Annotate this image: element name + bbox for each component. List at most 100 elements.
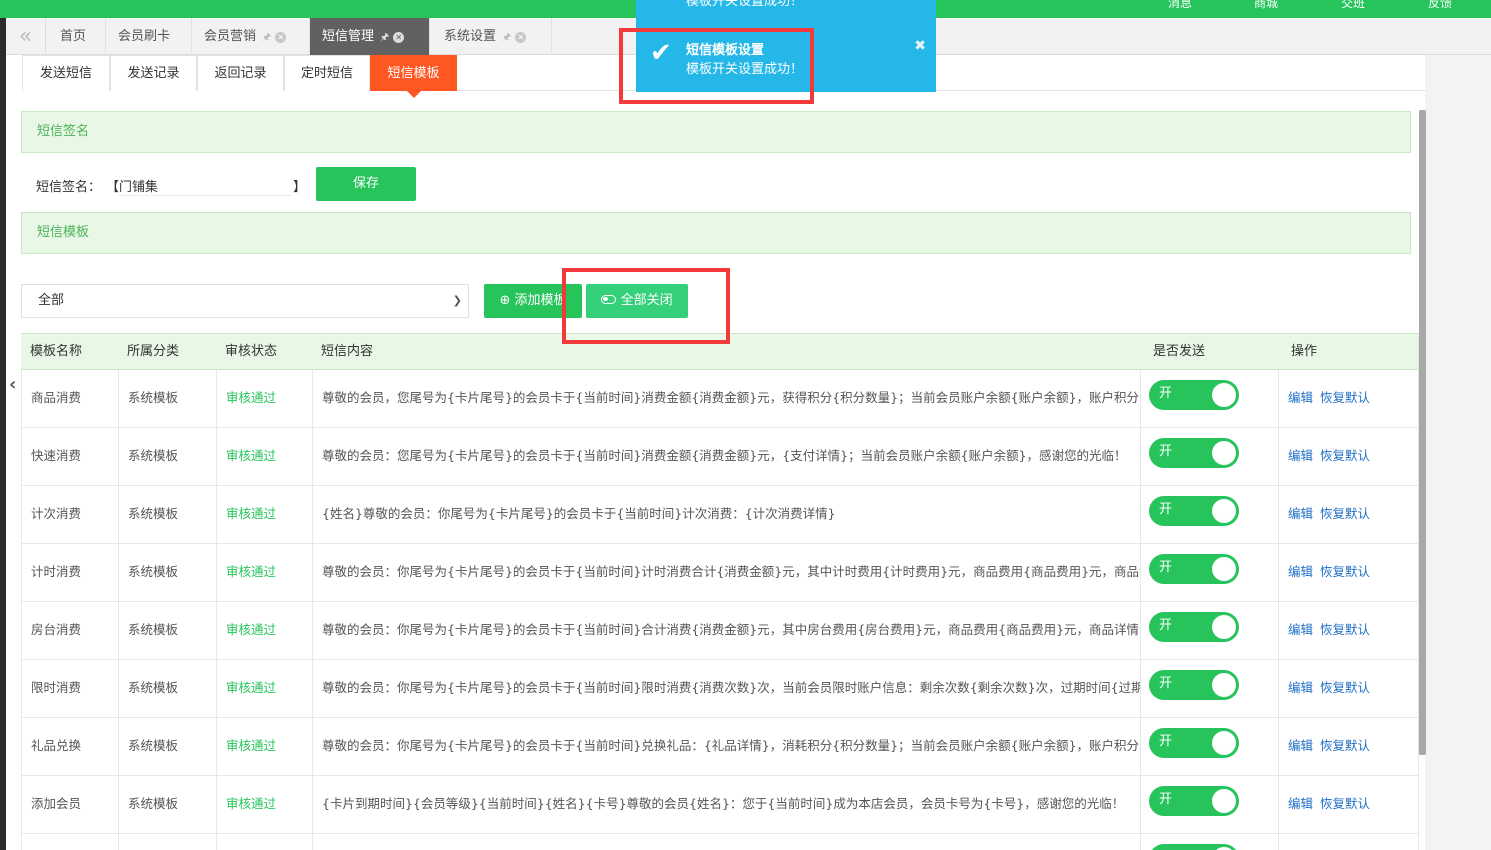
category-cell: 系统模板: [118, 660, 216, 718]
send-toggle[interactable]: 开: [1149, 786, 1239, 816]
tab-label: 会员营销: [204, 29, 257, 44]
send-toggle[interactable]: 开: [1149, 554, 1239, 584]
tab-system-settings[interactable]: 系统设置 🖈 ✕: [432, 18, 552, 55]
toggle-label: 开: [1159, 502, 1173, 517]
tab-scroll-left-icon[interactable]: «: [6, 18, 46, 55]
nav-messages[interactable]: 消息: [1168, 0, 1192, 11]
signature-input[interactable]: [119, 176, 292, 196]
pin-icon[interactable]: 🖈: [502, 32, 511, 43]
actions-cell: 编辑 恢复默认: [1278, 370, 1418, 428]
tab-member-marketing[interactable]: 会员营销 🖈 ✕: [192, 18, 310, 55]
send-toggle-cell: 开: [1140, 776, 1278, 834]
edit-link[interactable]: 编辑: [1288, 738, 1313, 753]
page-scrollbar[interactable]: [1419, 110, 1426, 755]
send-toggle[interactable]: 开: [1149, 380, 1239, 410]
send-toggle-cell: 开: [1140, 370, 1278, 428]
restore-default-link[interactable]: 恢复默认: [1320, 622, 1370, 637]
review-status-cell: [216, 834, 312, 850]
template-table: 模板名称 所属分类 审核状态 短信内容 是否发送 操作 商品消费 系统模板 审核通过…: [21, 333, 1419, 850]
col-category: 所属分类: [127, 344, 180, 359]
table-row: 计时消费 系统模板 审核通过 尊敬的会员：你尾号为{卡片尾号}的会员卡于{当前时间}计…: [21, 544, 1418, 602]
edit-link[interactable]: 编辑: [1288, 622, 1313, 637]
send-toggle[interactable]: 开: [1149, 612, 1239, 642]
toggle-knob: [1212, 557, 1236, 581]
category-cell: 系统模板: [118, 776, 216, 834]
send-toggle[interactable]: 开: [1149, 496, 1239, 526]
tab-label: 首页: [60, 29, 87, 44]
nav-handover[interactable]: 交班: [1341, 0, 1365, 11]
signature-bracket-close: 】: [293, 180, 307, 195]
toggle-label: 开: [1159, 386, 1173, 401]
send-toggle[interactable]: 开: [1149, 438, 1239, 468]
pin-icon[interactable]: 🖈: [380, 32, 389, 43]
tab-home[interactable]: 首页: [48, 18, 106, 55]
send-toggle[interactable]: 开: [1149, 844, 1239, 850]
template-name-cell: 计时消费: [21, 544, 118, 602]
review-status-cell: 审核通过: [216, 486, 312, 544]
toast-previous: 模板开关设置成功！: [636, 0, 936, 24]
toggle-label: 开: [1159, 676, 1173, 691]
toggle-knob: [1212, 441, 1236, 465]
category-cell: 系统模板: [118, 718, 216, 776]
subtab-sms-templates[interactable]: 短信模板: [370, 55, 457, 98]
edit-link[interactable]: 编辑: [1288, 564, 1313, 579]
restore-default-link[interactable]: 恢复默认: [1320, 796, 1370, 811]
restore-default-link[interactable]: 恢复默认: [1320, 680, 1370, 695]
toggle-knob: [1212, 383, 1236, 407]
template-name-cell: 商品消费: [21, 370, 118, 428]
subtab-scheduled-sms[interactable]: 定时短信: [284, 55, 370, 91]
subtab-send-sms[interactable]: 发送短信: [22, 55, 110, 91]
send-toggle[interactable]: 开: [1149, 728, 1239, 758]
restore-default-link[interactable]: 恢复默认: [1320, 506, 1370, 521]
col-template-name: 模板名称: [30, 344, 83, 359]
tab-sms-management[interactable]: 短信管理 🖈 ✕: [310, 18, 430, 55]
close-tab-icon[interactable]: ✕: [393, 32, 405, 43]
save-signature-button[interactable]: 保存: [316, 167, 416, 201]
subtab-send-records[interactable]: 发送记录: [110, 55, 197, 91]
table-row: 计次消费 系统模板 审核通过 {姓名}尊敬的会员：你尾号为{卡片尾号}的会员卡于{当前…: [21, 486, 1418, 544]
close-tab-icon[interactable]: ✕: [515, 32, 527, 43]
category-cell: 系统模板: [118, 370, 216, 428]
chevron-left-icon[interactable]: ‹: [9, 374, 16, 395]
pin-icon[interactable]: 🖈: [262, 32, 271, 43]
close-tab-icon[interactable]: ✕: [275, 32, 287, 43]
restore-default-link[interactable]: 恢复默认: [1320, 564, 1370, 579]
actions-cell: 编辑 恢复默认: [1278, 428, 1418, 486]
toggle-knob: [1212, 673, 1236, 697]
nav-mall[interactable]: 商城: [1254, 0, 1278, 11]
restore-default-link[interactable]: 恢复默认: [1320, 448, 1370, 463]
close-icon[interactable]: ✖: [914, 38, 926, 54]
sms-content-cell: {卡片到期时间}{会员等级}{当前时间}{姓名}{卡号}尊敬的会员{姓名}：您于…: [312, 776, 1140, 834]
highlight-close-all: [562, 268, 730, 344]
send-toggle[interactable]: 开: [1149, 670, 1239, 700]
restore-default-link[interactable]: 恢复默认: [1320, 738, 1370, 753]
edit-link[interactable]: 编辑: [1288, 448, 1313, 463]
toggle-knob: [1212, 615, 1236, 639]
edit-link[interactable]: 编辑: [1288, 506, 1313, 521]
table-row: 开: [21, 834, 1418, 850]
actions-cell: 编辑 恢复默认: [1278, 544, 1418, 602]
actions-cell: [1278, 834, 1418, 850]
sms-content-cell: {姓名}尊敬的会员：你尾号为{卡片尾号}的会员卡于{当前时间}计次消费：{计次消…: [312, 486, 1140, 544]
edit-link[interactable]: 编辑: [1288, 680, 1313, 695]
send-toggle-cell: 开: [1140, 486, 1278, 544]
edit-link[interactable]: 编辑: [1288, 796, 1313, 811]
subtab-return-records[interactable]: 返回记录: [197, 55, 284, 91]
edit-link[interactable]: 编辑: [1288, 390, 1313, 405]
toast-message: 模板开关设置成功！: [686, 0, 804, 9]
actions-cell: 编辑 恢复默认: [1278, 602, 1418, 660]
toggle-label: 开: [1159, 792, 1173, 807]
template-name-cell: 计次消费: [21, 486, 118, 544]
actions-cell: 编辑 恢复默认: [1278, 718, 1418, 776]
tab-member-card[interactable]: 会员刷卡: [106, 18, 192, 55]
category-filter-select[interactable]: 全部 ❯: [21, 284, 469, 318]
category-cell: 系统模板: [118, 428, 216, 486]
template-name-cell: 快速消费: [21, 428, 118, 486]
right-gutter: [1425, 55, 1491, 850]
signature-panel-title: 短信签名: [21, 111, 1411, 153]
template-name-cell: 礼品兑换: [21, 718, 118, 776]
restore-default-link[interactable]: 恢复默认: [1320, 390, 1370, 405]
nav-feedback[interactable]: 反馈: [1428, 0, 1452, 11]
template-panel-title: 短信模板: [21, 212, 1411, 254]
sms-content-cell: 尊敬的会员：您尾号为{卡片尾号}的会员卡于{当前时间}消费金额{消费金额}元，{…: [312, 428, 1140, 486]
